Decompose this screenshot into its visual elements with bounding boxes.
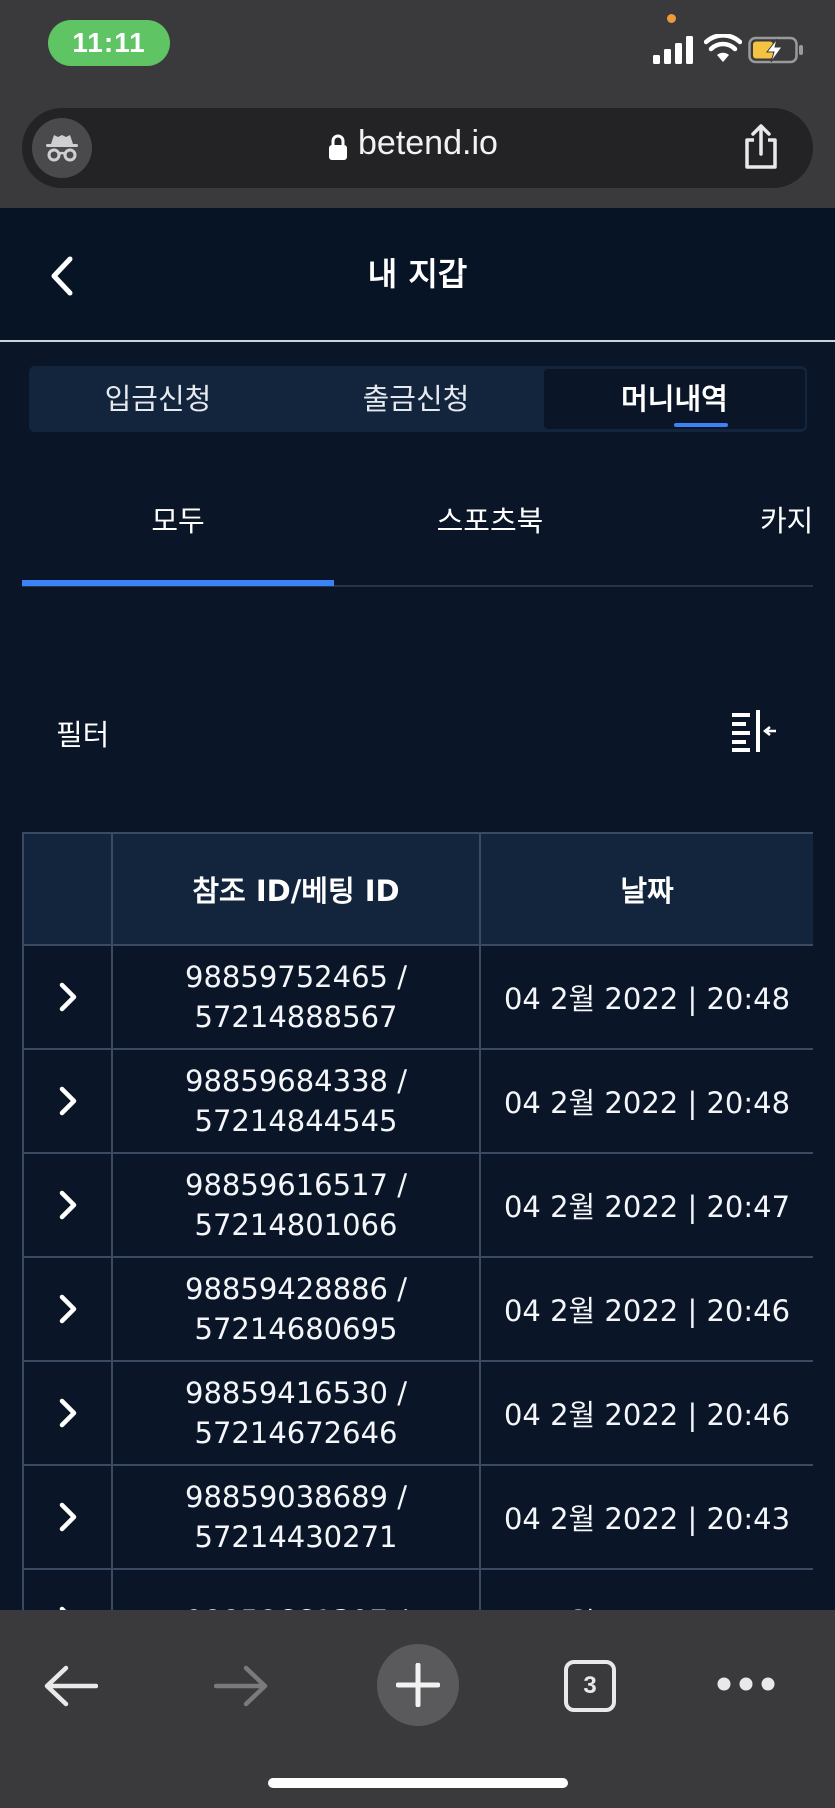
ref-id: 98859684338 /	[185, 1064, 407, 1098]
table-row[interactable]: 98859752465 / 57214888567 04 2월 2022 | 2…	[22, 944, 813, 1050]
status-time: 11:11	[48, 20, 170, 66]
ref-id: 98859616517 /	[185, 1168, 407, 1202]
table-row[interactable]: 98859616517 / 57214801066 04 2월 2022 | 2…	[22, 1152, 813, 1258]
row-expand-button[interactable]	[22, 1568, 113, 1610]
chevron-right-icon	[59, 1190, 76, 1220]
date-cell: 04 2월 2022 | 20:46	[479, 1256, 813, 1362]
lock-icon	[329, 134, 347, 160]
bet-id: 57214844545	[194, 1104, 398, 1138]
browser-bottom-toolbar: 3	[0, 1610, 835, 1808]
new-tab-button[interactable]	[377, 1644, 459, 1726]
chevron-right-icon	[59, 1398, 76, 1428]
row-expand-button[interactable]	[22, 1360, 113, 1466]
table-row[interactable]: 98858661397 / 04 2월 2022 | 20:41	[22, 1568, 813, 1610]
incognito-icon	[46, 135, 78, 162]
ref-bet-id-cell: 98859038689 / 57214430271	[111, 1464, 481, 1570]
category-active-indicator	[22, 580, 334, 586]
category-tab-casino[interactable]: 카지	[646, 478, 835, 584]
row-expand-button[interactable]	[22, 1464, 113, 1570]
plus-icon	[396, 1663, 440, 1707]
tab-withdraw-request[interactable]: 출금신청	[287, 366, 545, 432]
more-options-icon[interactable]	[716, 1676, 776, 1692]
chevron-right-icon	[59, 1086, 76, 1116]
browser-forward-icon[interactable]	[214, 1664, 270, 1708]
date-cell: 04 2월 2022 | 20:48	[479, 944, 813, 1050]
incognito-button[interactable]	[32, 118, 92, 178]
bet-id: 57214672646	[194, 1416, 398, 1450]
tab-money-history[interactable]: 머니내역	[544, 369, 805, 429]
bet-id: 57214430271	[194, 1520, 398, 1554]
bet-id: 57214680695	[194, 1312, 398, 1346]
date-cell: 04 2월 2022 | 20:47	[479, 1152, 813, 1258]
date-cell: 04 2월 2022 | 20:46	[479, 1360, 813, 1466]
table-row[interactable]: 98859038689 / 57214430271 04 2월 2022 | 2…	[22, 1464, 813, 1570]
share-icon[interactable]	[741, 124, 781, 170]
battery-charging-icon	[748, 36, 803, 64]
wifi-icon	[704, 34, 742, 62]
category-tab-all[interactable]: 모두	[22, 478, 334, 584]
table-row[interactable]: 98859684338 / 57214844545 04 2월 2022 | 2…	[22, 1048, 813, 1154]
home-indicator	[268, 1778, 568, 1788]
ref-bet-id-cell: 98859428886 / 57214680695	[111, 1256, 481, 1362]
row-expand-button[interactable]	[22, 1048, 113, 1154]
ref-id: 98859428886 /	[185, 1272, 407, 1306]
column-header-ref-bet-id: 참조 ID/베팅 ID	[111, 832, 481, 946]
browser-top-chrome: 11:11 betend.io	[0, 0, 835, 208]
bet-id: 57214801066	[194, 1208, 398, 1242]
chevron-right-icon	[59, 1294, 76, 1324]
row-expand-button[interactable]	[22, 1256, 113, 1362]
table-header-row: 참조 ID/베팅 ID 날짜	[22, 832, 813, 946]
filter-toggle-icon[interactable]	[732, 710, 778, 752]
row-expand-button[interactable]	[22, 1152, 113, 1258]
address-bar[interactable]: betend.io	[22, 108, 813, 188]
table-row[interactable]: 98859416530 / 57214672646 04 2월 2022 | 2…	[22, 1360, 813, 1466]
ref-id: 98859752465 /	[185, 960, 407, 994]
date-cell: 04 2월 2022 | 20:41	[479, 1568, 813, 1610]
ref-id: 98859416530 /	[185, 1376, 407, 1410]
chevron-right-icon	[59, 1502, 76, 1532]
column-header-date: 날짜	[479, 832, 813, 946]
tab-money-history-label: 머니내역	[621, 382, 728, 416]
ref-bet-id-cell: 98858661397 /	[111, 1568, 481, 1610]
ref-bet-id-cell: 98859416530 / 57214672646	[111, 1360, 481, 1466]
category-tab-sportsbook[interactable]: 스포츠북	[334, 478, 646, 584]
ref-id: 98859038689 /	[185, 1480, 407, 1514]
wallet-segment-tabs: 입금신청 출금신청 머니내역	[29, 366, 807, 432]
url-text: betend.io	[358, 124, 498, 162]
app-header: 내 지갑	[0, 208, 835, 342]
page-title: 내 지갑	[367, 255, 468, 293]
ref-bet-id-cell: 98859684338 / 57214844545	[111, 1048, 481, 1154]
chevron-right-icon	[59, 982, 76, 1012]
ref-bet-id-cell: 98859616517 / 57214801066	[111, 1152, 481, 1258]
ref-id: 98858661397 /	[113, 1601, 479, 1610]
category-tabs: 모두 스포츠북 카지	[22, 478, 835, 588]
column-header-expand	[22, 832, 113, 946]
cellular-signal-icon	[653, 36, 693, 64]
tab-switcher-button[interactable]: 3	[564, 1660, 616, 1712]
filter-label: 필터	[56, 718, 110, 752]
date-cell: 04 2월 2022 | 20:48	[479, 1048, 813, 1154]
table-row[interactable]: 98859428886 / 57214680695 04 2월 2022 | 2…	[22, 1256, 813, 1362]
tab-deposit-request[interactable]: 입금신청	[29, 366, 287, 432]
browser-back-icon[interactable]	[42, 1664, 98, 1708]
row-expand-button[interactable]	[22, 944, 113, 1050]
date-cell: 04 2월 2022 | 20:43	[479, 1464, 813, 1570]
bet-id: 57214888567	[194, 1000, 398, 1034]
back-chevron-icon[interactable]	[44, 254, 80, 298]
money-history-table: 참조 ID/베팅 ID 날짜 98859752465 / 57214888567…	[22, 832, 813, 1610]
privacy-indicator-dot	[667, 14, 676, 23]
ref-bet-id-cell: 98859752465 / 57214888567	[111, 944, 481, 1050]
active-tab-underline	[674, 423, 728, 427]
